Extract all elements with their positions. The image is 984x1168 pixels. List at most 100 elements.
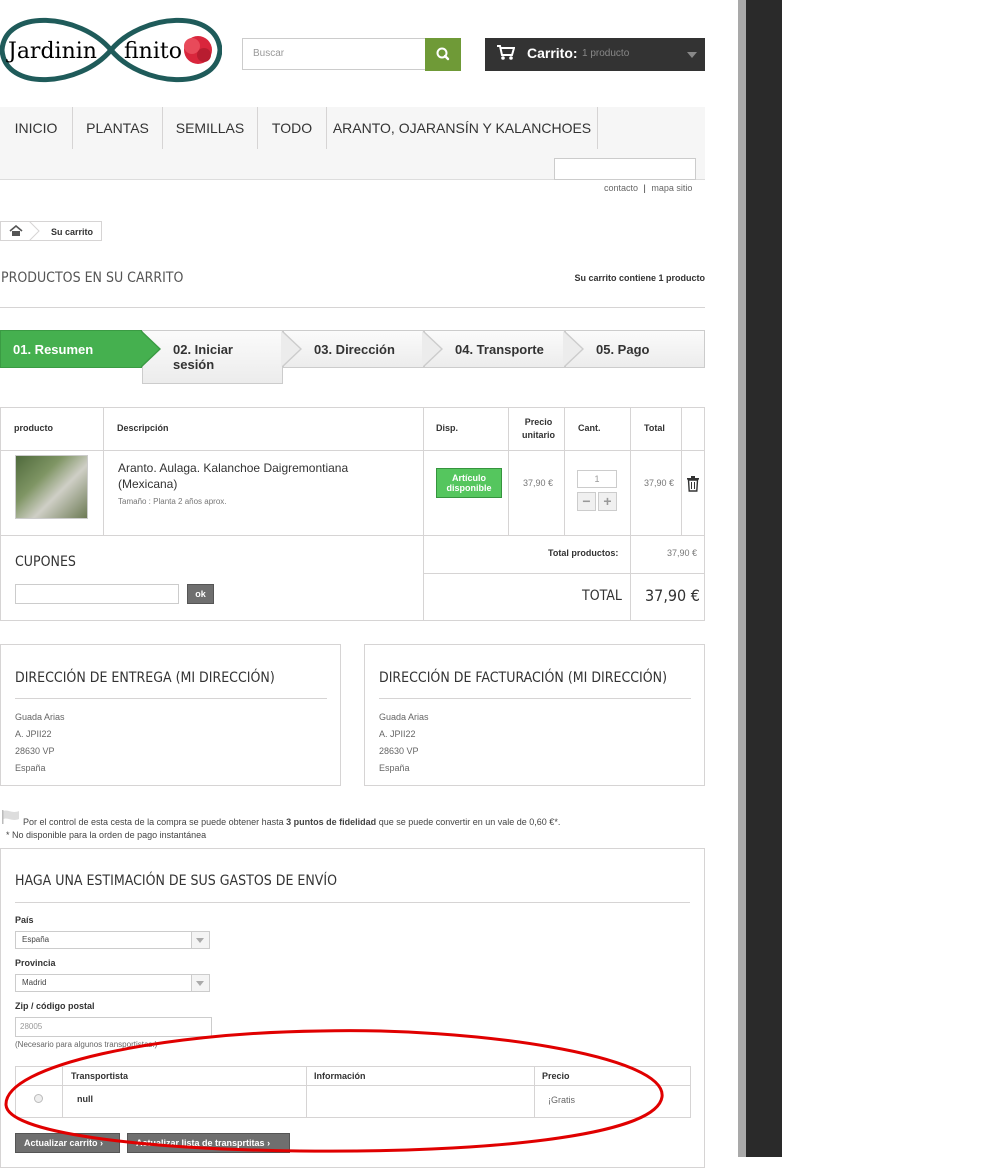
col-header-unit-price-line1: Precio (524, 417, 553, 427)
step-label: 05. Pago (596, 342, 650, 357)
home-icon[interactable] (9, 225, 23, 237)
step-label-line2: sesión (173, 357, 215, 372)
top-links: contacto | mapa sitio (604, 183, 692, 193)
country-select[interactable]: España (15, 931, 210, 949)
divider (0, 307, 705, 308)
update-cart-button[interactable]: Actualizar carrito › (15, 1133, 120, 1153)
quantity-decrease-button[interactable]: − (577, 492, 596, 511)
table-rule (62, 1066, 63, 1118)
divider (15, 698, 327, 699)
carrier-radio[interactable] (34, 1094, 43, 1103)
availability-line1: Artículo (451, 473, 486, 483)
search-button[interactable] (425, 38, 461, 71)
sitemap-link[interactable]: mapa sitio (651, 183, 692, 193)
address-line: 28630 VP (379, 746, 419, 756)
step-transporte[interactable]: 04. Transporte (424, 330, 584, 368)
contact-link[interactable]: contacto (604, 183, 638, 193)
invoice-address-title: DIRECCIÓN DE FACTURACIÓN (MI DIRECCIÓN) (379, 670, 668, 686)
info-header: Información (314, 1071, 366, 1081)
flag-icon (2, 810, 19, 824)
address-line: Guada Arias (379, 712, 429, 722)
nav-item-inicio[interactable]: INICIO (0, 107, 73, 149)
checkout-steps: 03. Dirección 04. Transporte 05. Pago 02… (0, 330, 705, 384)
step-resumen[interactable]: 01. Resumen (0, 330, 161, 368)
step-label: 04. Transporte (455, 342, 544, 357)
coupon-ok-button[interactable]: ok (187, 584, 214, 604)
total-value: 37,90 € (645, 586, 700, 605)
logo-text-part2: finito (124, 39, 182, 64)
step-label-line1: 02. Iniciar (173, 342, 233, 357)
address-line: 28630 VP (15, 746, 55, 756)
step-iniciar-sesion[interactable]: 02. Iniciar sesión (142, 330, 302, 384)
nav-search-field[interactable] (554, 158, 696, 180)
nav-item-aranto[interactable]: ARANTO, OJARANSÍN Y KALANCHOES (327, 107, 598, 149)
chevron-right-icon: › (100, 1138, 104, 1148)
dark-side-panel (746, 0, 782, 1157)
cart-product-count: Su carrito contiene 1 producto (574, 273, 705, 283)
table-rule (103, 407, 104, 535)
divider (379, 698, 691, 699)
carrier-header: Transportista (71, 1071, 129, 1081)
breadcrumb-current: Su carrito (51, 227, 94, 237)
address-line: A. JPII22 (379, 729, 416, 739)
total-label: TOTAL (582, 588, 622, 604)
delivery-address-box: DIRECCIÓN DE ENTREGA (MI DIRECCIÓN) Guad… (0, 644, 341, 786)
address-line: España (15, 763, 46, 773)
zip-input[interactable]: 28005 (15, 1017, 212, 1037)
update-carriers-button[interactable]: Actualizar lista de transprtitas › (127, 1133, 290, 1153)
coupons-title: CUPONES (15, 554, 76, 570)
delivery-address-title: DIRECCIÓN DE ENTREGA (MI DIRECCIÓN) (15, 670, 275, 686)
carrier-name: null (77, 1094, 93, 1104)
state-label: Provincia (15, 958, 56, 968)
shipping-estimate-box (0, 848, 705, 1168)
address-line: España (379, 763, 410, 773)
trash-icon[interactable] (686, 476, 700, 492)
chevron-down-icon (687, 52, 697, 58)
table-rule (423, 573, 705, 574)
col-header-total: Total (644, 423, 665, 433)
table-rule (15, 1085, 691, 1086)
table-rule (423, 407, 424, 621)
col-header-product: producto (14, 423, 53, 433)
product-name[interactable]: Aranto. Aulaga. Kalanchoe Daigremontiana… (118, 460, 408, 492)
table-rule (508, 407, 509, 535)
divider (15, 902, 690, 903)
site-logo[interactable]: Jardinin finito (0, 8, 222, 92)
coupon-input[interactable] (15, 584, 179, 604)
logo-text-part1: Jardinin (6, 39, 97, 64)
cart-count: 1 producto (582, 48, 630, 59)
nav-item-plantas[interactable]: PLANTAS (73, 107, 163, 149)
quantity-increase-button[interactable]: + (598, 492, 617, 511)
step-direccion[interactable]: 03. Dirección (283, 330, 443, 368)
product-image[interactable] (15, 455, 88, 519)
step-label: 03. Dirección (314, 342, 395, 357)
nav-item-todo[interactable]: TODO (258, 107, 327, 149)
cart-label: Carrito: (527, 45, 578, 61)
price-header: Precio (542, 1071, 570, 1081)
table-rule (0, 535, 705, 536)
shipping-estimate-title: HAGA UNA ESTIMACIÓN DE SUS GASTOS DE ENV… (15, 873, 338, 889)
breadcrumb: Su carrito (0, 221, 102, 241)
chevron-down-icon (191, 932, 209, 948)
nav-item-semillas[interactable]: SEMILLAS (163, 107, 258, 149)
table-rule (564, 407, 565, 535)
page-title: PRODUCTOS EN SU CARRITO (1, 270, 184, 286)
breadcrumb-separator-icon (28, 221, 40, 241)
table-rule (0, 450, 705, 451)
search-input[interactable]: Buscar (242, 38, 426, 70)
page-scrollbar[interactable] (738, 0, 746, 1157)
step-label: 02. Iniciar sesión (173, 342, 233, 372)
row-total: 37,90 € (644, 478, 675, 488)
update-cart-label: Actualizar carrito (24, 1138, 98, 1148)
state-select[interactable]: Madrid (15, 974, 210, 992)
cart-dropdown[interactable]: Carrito: 1 producto (485, 38, 705, 71)
loyalty-note: * No disponible para la orden de pago in… (6, 830, 207, 840)
col-header-availability: Disp. (436, 423, 459, 433)
table-rule (681, 407, 682, 535)
table-rule (306, 1066, 307, 1118)
zip-note: (Necesario para algunos transportistas.) (15, 1040, 158, 1049)
col-header-unit-price: Precio unitario (522, 416, 555, 442)
step-pago[interactable]: 05. Pago (565, 330, 705, 368)
quantity-input[interactable]: 1 (577, 470, 617, 488)
loyalty-text-before: Por el control de esta cesta de la compr… (23, 817, 287, 827)
